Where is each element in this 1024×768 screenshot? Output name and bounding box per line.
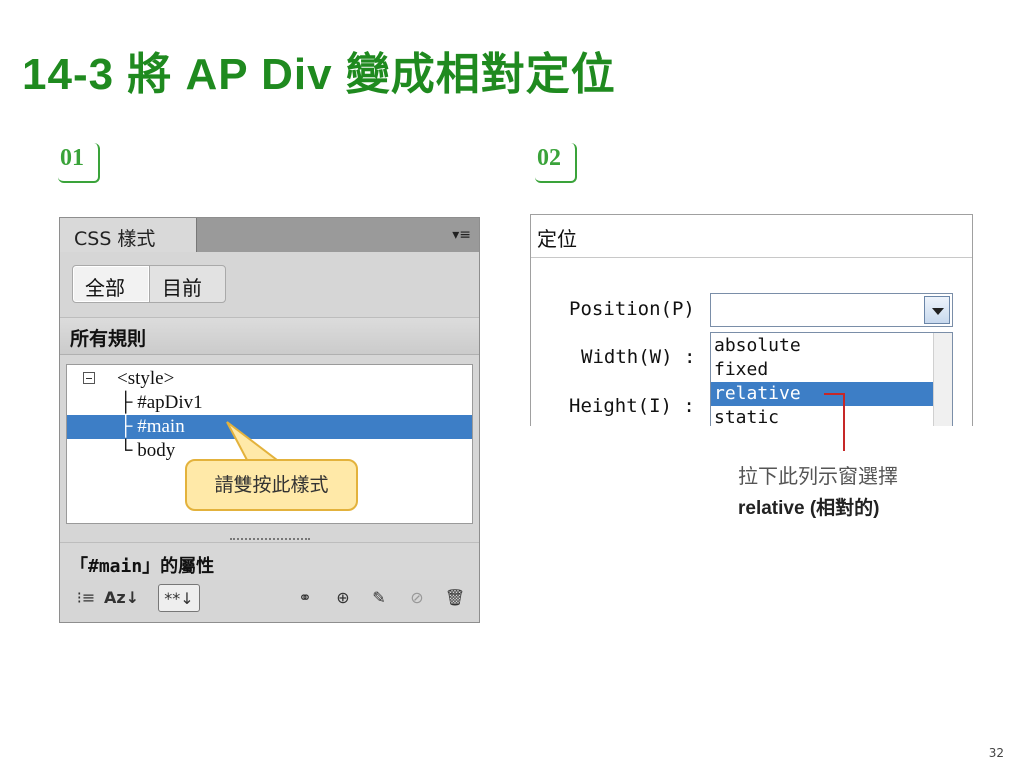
tree-row-label: <style> bbox=[117, 368, 175, 389]
option-static[interactable]: static bbox=[711, 406, 952, 426]
callout-double-click-rule: 請雙按此樣式 bbox=[185, 459, 358, 511]
dropdown-scrollbar[interactable] bbox=[933, 333, 952, 426]
show-category-view-icon[interactable]: ⁝≡ bbox=[74, 584, 98, 612]
annotation-line-vertical bbox=[843, 393, 845, 451]
chevron-down-icon[interactable] bbox=[924, 296, 950, 324]
position-select[interactable] bbox=[710, 293, 953, 327]
annotation-text-line1: 拉下此列示窗選擇 bbox=[738, 464, 898, 488]
panel-toolbar: ⁝≡ Az↓ **↓ ⚭ ⊕ ✎ ⊘ 🗑 bbox=[60, 580, 479, 616]
step-2-marker: 02 bbox=[535, 143, 577, 183]
page-number: 32 bbox=[988, 746, 1004, 760]
show-list-view-icon[interactable]: Az↓ bbox=[104, 584, 139, 612]
tree-row-style[interactable]: <style> bbox=[67, 367, 472, 391]
position-label: Position(P) bbox=[569, 298, 695, 320]
annotation-line-horizontal bbox=[824, 393, 844, 395]
current-mode-button[interactable]: 目前 bbox=[149, 265, 226, 303]
edit-rule-icon[interactable]: ✎ bbox=[366, 584, 392, 612]
tree-row-label: └ body bbox=[119, 440, 176, 461]
step-2-number: 02 bbox=[537, 145, 561, 171]
panel-menu-icon[interactable]: ▾≡ bbox=[452, 227, 471, 243]
show-set-properties-icon[interactable]: **↓ bbox=[158, 584, 200, 612]
width-label: Width(W) : bbox=[581, 346, 696, 368]
attach-stylesheet-icon[interactable]: ⚭ bbox=[292, 584, 318, 612]
properties-header: 「#main」的屬性 bbox=[60, 542, 479, 580]
new-css-rule-icon[interactable]: ⊕ bbox=[330, 584, 356, 612]
callout-tail bbox=[226, 421, 280, 461]
slide-title: 14-3 將 AP Div 變成相對定位 bbox=[22, 50, 616, 99]
panel-tab-bar: CSS 樣式 ▾≡ bbox=[60, 218, 479, 252]
tree-row-apdiv1[interactable]: ├ #apDiv1 bbox=[67, 391, 472, 415]
all-rules-header: 所有規則 bbox=[60, 317, 479, 355]
positioning-header: 定位 bbox=[531, 215, 972, 258]
tab-css-styles[interactable]: CSS 樣式 bbox=[60, 218, 197, 252]
positioning-panel: 定位 Position(P) Width(W) : Height(I) : ab… bbox=[530, 214, 973, 426]
option-fixed[interactable]: fixed bbox=[711, 358, 952, 382]
step-1-number: 01 bbox=[60, 145, 84, 171]
collapse-icon[interactable] bbox=[83, 372, 95, 384]
height-label: Height(I) : bbox=[569, 395, 695, 417]
option-absolute[interactable]: absolute bbox=[711, 334, 952, 358]
tree-row-label: ├ #apDiv1 bbox=[119, 392, 203, 413]
tree-row-label: ├ #main bbox=[119, 416, 185, 437]
step-1-marker: 01 bbox=[58, 143, 100, 183]
all-mode-button[interactable]: 全部 bbox=[72, 265, 150, 303]
disable-property-icon[interactable]: ⊘ bbox=[404, 584, 430, 612]
delete-rule-icon[interactable]: 🗑 bbox=[442, 584, 468, 612]
annotation-text-line2: relative (相對的) bbox=[738, 498, 880, 519]
position-dropdown-list[interactable]: absolute fixed relative static bbox=[710, 332, 953, 426]
